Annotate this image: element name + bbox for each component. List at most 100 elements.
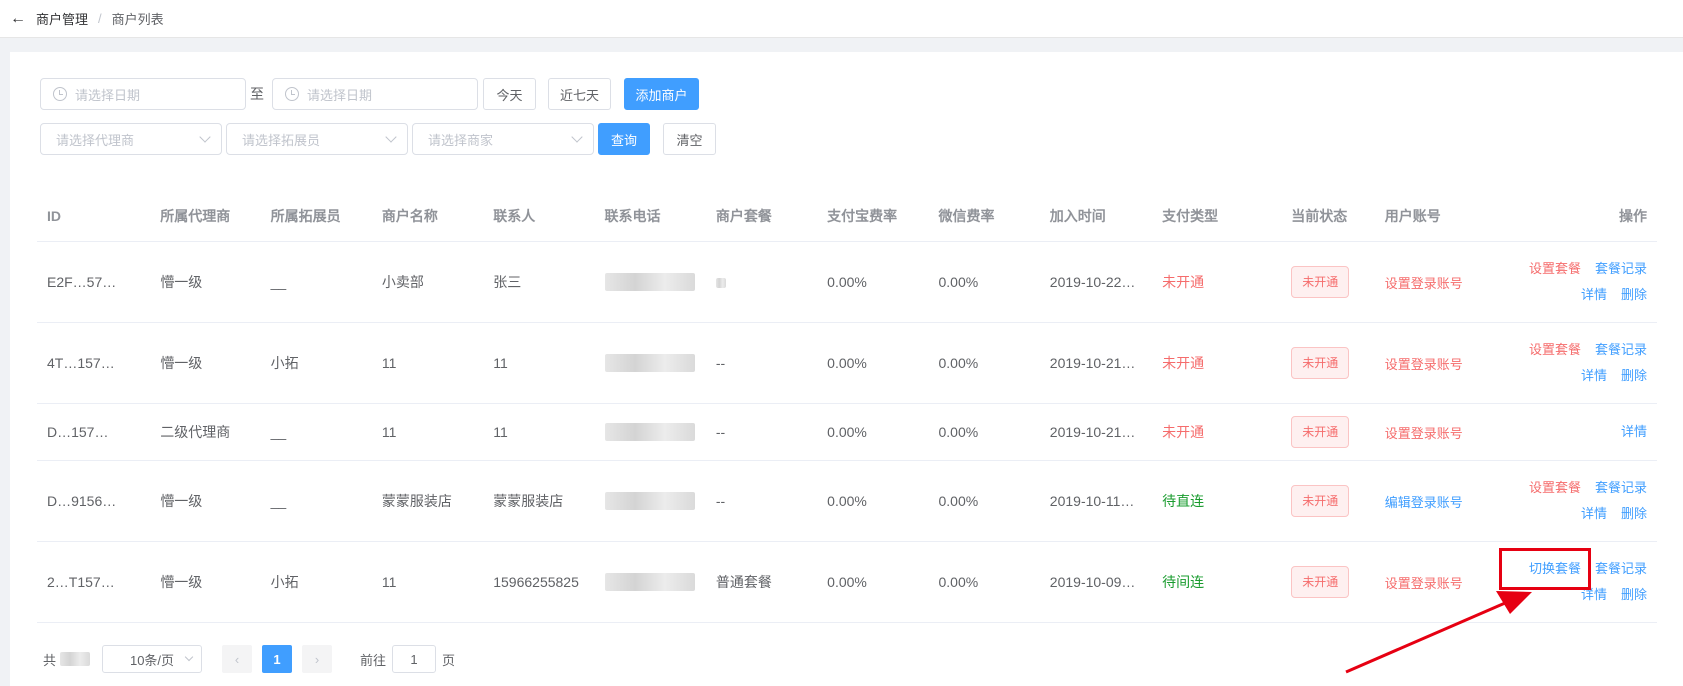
- set-package-link[interactable]: 设置套餐: [1529, 480, 1581, 495]
- clock-icon: [285, 87, 299, 101]
- add-merchant-button[interactable]: 添加商户: [624, 78, 699, 110]
- redacted-phone: [604, 273, 695, 292]
- table-header: ID 所属代理商 所属拓展员 商户名称 联系人 联系电话 商户套餐 支付宝费率 …: [37, 190, 1657, 242]
- package-record-link[interactable]: 套餐记录: [1595, 342, 1647, 357]
- set-login-account-link[interactable]: 设置登录账号: [1385, 426, 1463, 441]
- cell-pay-type: 待直连: [1162, 493, 1205, 509]
- table-row: 2…T157… 懵一级 小拓 11 15966255825 普通套餐 0.00%…: [37, 542, 1657, 623]
- detail-link[interactable]: 详情: [1581, 506, 1607, 521]
- cell-wechat-rate: 0.00%: [938, 574, 979, 590]
- cell-agent: 懵一级: [160, 355, 203, 371]
- delete-link[interactable]: 删除: [1621, 368, 1647, 383]
- status-badge: 未开通: [1291, 566, 1350, 598]
- breadcrumb-current: 商户列表: [111, 12, 164, 27]
- breadcrumb-separator: /: [98, 11, 102, 26]
- cell-agent: 懵一级: [160, 574, 203, 590]
- cell-alipay-rate: 0.00%: [827, 493, 867, 509]
- cell-status: 未开通: [1281, 266, 1374, 298]
- cell-status: 未开通: [1281, 416, 1374, 448]
- cell-pay-type: 未开通: [1162, 274, 1205, 290]
- cell-wechat-rate: 0.00%: [938, 424, 979, 440]
- cell-package: 普通套餐: [715, 574, 772, 590]
- cell-package: --: [715, 493, 726, 509]
- header-promoter: 所属拓展员: [270, 207, 341, 224]
- goto-page-input[interactable]: 1: [392, 645, 437, 673]
- cell-id: D…9156…: [47, 493, 117, 509]
- cell-package: --: [715, 424, 726, 440]
- detail-link[interactable]: 详情: [1581, 368, 1607, 383]
- today-button[interactable]: 今天: [483, 78, 536, 110]
- set-login-account-link[interactable]: 设置登录账号: [1385, 576, 1463, 591]
- cell-contact: 15966255825: [493, 574, 579, 590]
- cell-phone: [595, 492, 706, 511]
- set-login-account-link[interactable]: 设置登录账号: [1385, 276, 1463, 291]
- package-record-link[interactable]: 套餐记录: [1595, 480, 1647, 495]
- set-package-link[interactable]: 设置套餐: [1529, 261, 1581, 276]
- redacted-phone: [604, 492, 695, 511]
- cell-alipay-rate: 0.00%: [827, 274, 867, 290]
- cell-merchant-name: 11: [381, 355, 397, 371]
- cell-alipay-rate: 0.00%: [827, 424, 867, 440]
- cell-join-time: 2019-10-09…: [1049, 574, 1136, 590]
- cell-agent: 懵一级: [160, 274, 203, 290]
- chevron-down-icon: [184, 652, 194, 662]
- table-row: D…9156… 懵一级 __ 蒙蒙服装店 蒙蒙服装店 -- 0.00% 0.00…: [37, 461, 1657, 542]
- start-date-input[interactable]: 请选择日期: [40, 78, 246, 110]
- page-size-select[interactable]: 10条/页: [102, 645, 203, 673]
- edit-login-account-link[interactable]: 编辑登录账号: [1385, 495, 1463, 510]
- package-record-link[interactable]: 套餐记录: [1595, 261, 1647, 276]
- next-page-button[interactable]: ›: [302, 645, 333, 673]
- goto-label: 前往: [360, 652, 387, 668]
- cell-agent: 二级代理商: [160, 424, 231, 440]
- clear-button[interactable]: 清空: [663, 123, 716, 155]
- redacted-total: [60, 652, 91, 666]
- cell-actions: 详情: [1499, 419, 1657, 445]
- cell-account: 设置登录账号: [1375, 273, 1499, 292]
- detail-link[interactable]: 详情: [1581, 287, 1607, 302]
- set-package-link[interactable]: 设置套餐: [1529, 342, 1581, 357]
- clock-icon: [53, 87, 67, 101]
- cell-actions: 设置套餐 套餐记录 详情 删除: [1499, 337, 1657, 389]
- cell-actions: 设置套餐 套餐记录 详情 删除: [1499, 475, 1657, 527]
- header-join-time: 加入时间: [1049, 207, 1106, 224]
- current-page-button[interactable]: 1: [262, 645, 293, 673]
- delete-link[interactable]: 删除: [1621, 287, 1647, 302]
- cell-promoter: 小拓: [270, 355, 299, 371]
- breadcrumb-parent[interactable]: 商户管理: [36, 9, 88, 28]
- promoter-select[interactable]: 请选择拓展员: [226, 123, 408, 155]
- cell-pay-type: 未开通: [1162, 424, 1205, 440]
- prev-page-button[interactable]: ‹: [222, 645, 253, 673]
- delete-link[interactable]: 删除: [1621, 506, 1647, 521]
- end-date-input[interactable]: 请选择日期: [272, 78, 478, 110]
- cell-promoter: __: [270, 274, 287, 290]
- set-login-account-link[interactable]: 设置登录账号: [1385, 357, 1463, 372]
- status-badge: 未开通: [1291, 416, 1350, 448]
- query-button[interactable]: 查询: [598, 123, 650, 155]
- chevron-down-icon: [571, 131, 583, 143]
- merchant-select-placeholder: 请选择商家: [428, 132, 494, 148]
- agent-select[interactable]: 请选择代理商: [40, 123, 222, 155]
- cell-id: D…157…: [47, 424, 109, 440]
- detail-link[interactable]: 详情: [1621, 424, 1647, 439]
- header-phone: 联系电话: [604, 207, 661, 224]
- start-date-placeholder: 请选择日期: [75, 87, 141, 103]
- back-arrow-icon[interactable]: ←: [0, 10, 36, 28]
- cell-promoter: 小拓: [270, 574, 299, 590]
- cell-package: --: [715, 355, 726, 371]
- page-size-value: 10条/页: [129, 652, 175, 668]
- merchant-select[interactable]: 请选择商家: [412, 123, 594, 155]
- last-seven-days-button[interactable]: 近七天: [548, 78, 611, 110]
- cell-agent: 懵一级: [160, 493, 203, 509]
- cell-phone: [595, 273, 706, 292]
- chevron-down-icon: [385, 131, 397, 143]
- cell-status: 未开通: [1281, 566, 1374, 598]
- package-record-link[interactable]: 套餐记录: [1595, 561, 1647, 576]
- delete-link[interactable]: 删除: [1621, 587, 1647, 602]
- header-agent: 所属代理商: [160, 207, 231, 224]
- header-package: 商户套餐: [715, 207, 772, 224]
- status-badge: 未开通: [1291, 266, 1350, 298]
- header-bar: ← 商户管理 / 商户列表: [0, 0, 1683, 38]
- cell-join-time: 2019-10-22…: [1049, 274, 1136, 290]
- header-contact: 联系人: [493, 207, 536, 224]
- redacted-phone: [604, 423, 695, 442]
